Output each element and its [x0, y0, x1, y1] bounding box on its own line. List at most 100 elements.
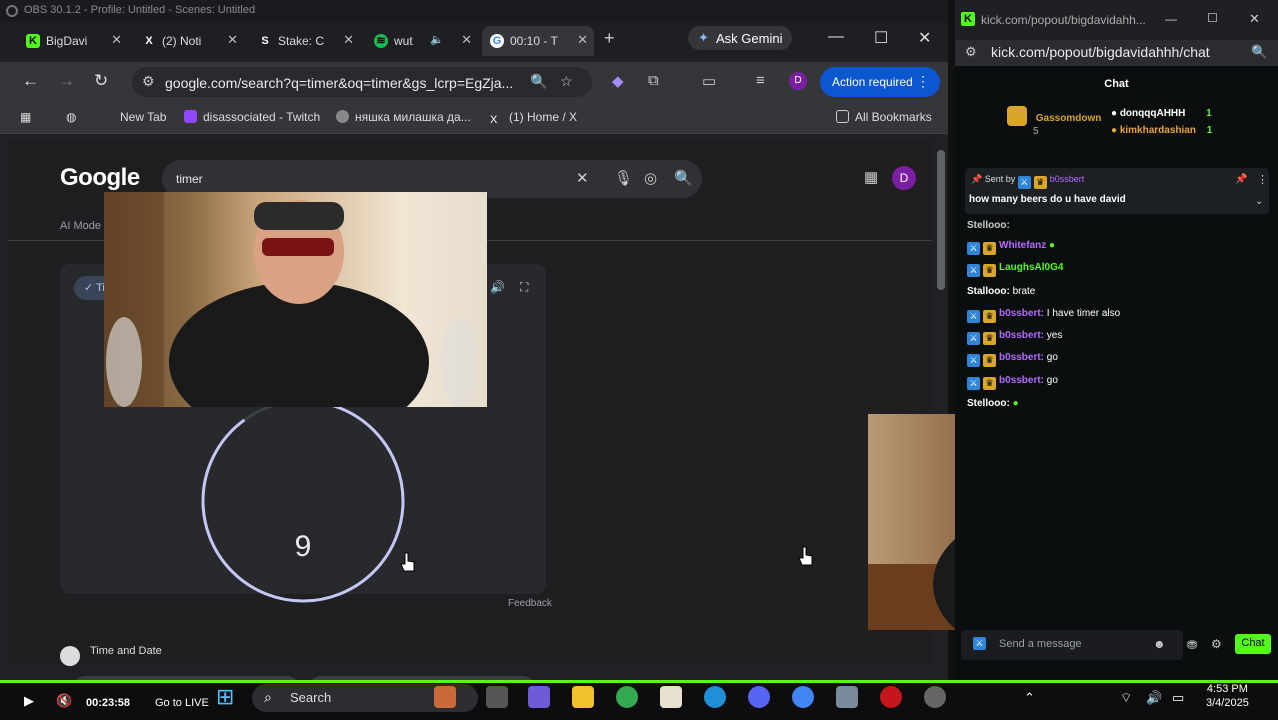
- ask-gemini-button[interactable]: ✦ Ask Gemini: [688, 26, 792, 50]
- go-live-button[interactable]: Go to LIVE: [155, 697, 209, 709]
- close-icon[interactable]: ✕: [343, 32, 354, 48]
- sound-icon[interactable]: 🔊: [490, 280, 505, 294]
- zoom-icon[interactable]: 🔍: [530, 73, 547, 90]
- new-tab-button[interactable]: +: [604, 28, 615, 49]
- profile-avatar[interactable]: D: [789, 72, 807, 90]
- all-bookmarks[interactable]: All Bookmarks: [836, 110, 932, 124]
- pinned-message[interactable]: 📌 Sent by ⚔ ♛ b0ssbert 📌 ⋮ how many beers …: [965, 168, 1269, 214]
- close-icon[interactable]: ✕: [577, 32, 588, 48]
- ai-mode-tab[interactable]: AI Mode: [60, 220, 101, 232]
- extension-icon[interactable]: ◆: [612, 72, 624, 90]
- leaderboard-entry[interactable]: ● donqqqAHHH 1: [1111, 108, 1212, 119]
- emoji-icon[interactable]: ☻: [1153, 637, 1166, 651]
- back-icon[interactable]: ←: [22, 71, 39, 91]
- discord-icon[interactable]: [748, 686, 770, 708]
- opera-icon[interactable]: [880, 686, 902, 708]
- close-icon[interactable]: ✕: [111, 32, 122, 48]
- gear-icon[interactable]: ⚙: [1211, 637, 1222, 651]
- more-vert-icon[interactable]: ⋮: [916, 73, 930, 90]
- bookmark-twitch[interactable]: disassociated - Twitch: [184, 110, 320, 124]
- globe-icon[interactable]: ◍: [66, 110, 76, 124]
- reload-icon[interactable]: ↻: [94, 71, 108, 91]
- forward-icon[interactable]: →: [58, 71, 75, 91]
- action-required-button[interactable]: Action required ⋮: [820, 67, 940, 97]
- tab-google-timer[interactable]: G 00:10 - T ✕: [482, 26, 594, 56]
- chat-message[interactable]: Stellooo:: [967, 220, 1010, 231]
- tab-spotify[interactable]: ≋ wut 🔈 ✕: [366, 26, 478, 56]
- search-query[interactable]: timer: [176, 172, 203, 186]
- zoom-icon[interactable]: 🔍: [1251, 44, 1267, 60]
- close-icon[interactable]: ✕: [1249, 11, 1260, 27]
- lens-icon[interactable]: ◎: [644, 169, 657, 187]
- chevron-down-icon[interactable]: ⌄: [1255, 196, 1263, 207]
- gift-icon[interactable]: ⛃: [1187, 638, 1197, 652]
- chat-input[interactable]: ⚔ Send a message ☻: [961, 630, 1183, 660]
- speaker-icon[interactable]: 🔈: [430, 33, 444, 46]
- task-view-icon[interactable]: [486, 686, 508, 708]
- url-text[interactable]: google.com/search?q=timer&oq=timer&gs_lc…: [165, 75, 513, 91]
- google-apps-icon[interactable]: ▦: [864, 168, 878, 186]
- leaderboard-entry[interactable]: Gassomdown 5: [1007, 106, 1101, 137]
- mic-icon[interactable]: 🎙: [614, 169, 633, 187]
- google-avatar[interactable]: D: [892, 166, 916, 190]
- pin-icon[interactable]: 📌: [1235, 174, 1247, 185]
- tab-x[interactable]: X (2) Noti ✕: [134, 26, 244, 56]
- chevron-up-icon[interactable]: ⌃: [1024, 690, 1035, 706]
- speaker-icon[interactable]: 🔊: [1146, 690, 1162, 706]
- puzzle-icon[interactable]: ⧉: [648, 72, 659, 89]
- address-bar[interactable]: ⚙ google.com/search?q=timer&oq=timer&gs_…: [132, 67, 592, 97]
- close-window-icon[interactable]: ✕: [918, 28, 931, 48]
- battery-icon[interactable]: ▭: [1172, 690, 1184, 706]
- taskbar-app-icon[interactable]: [434, 686, 456, 708]
- maximize-icon[interactable]: ☐: [1207, 11, 1218, 25]
- obs-icon[interactable]: [924, 686, 946, 708]
- store-icon[interactable]: [660, 686, 682, 708]
- settings-icon[interactable]: [836, 686, 858, 708]
- file-explorer-icon[interactable]: [572, 686, 594, 708]
- chrome-icon[interactable]: [792, 686, 814, 708]
- leaderboard-entry[interactable]: ● kimkhardashian 1: [1111, 125, 1212, 136]
- windows-start-icon[interactable]: ⊞: [216, 684, 234, 710]
- mute-icon[interactable]: 🔇: [56, 693, 72, 709]
- close-icon[interactable]: ✕: [461, 32, 472, 48]
- chat-message[interactable]: ⚔ ♛ b0ssbert: go: [967, 352, 1058, 367]
- chat-message[interactable]: ⚔ ♛ b0ssbert: go: [967, 375, 1058, 390]
- chat-message[interactable]: ⚔ ♛ LaughsAl0G4: [967, 262, 1063, 277]
- chat-message[interactable]: ⚔ ♛ Whitefanz ●: [967, 240, 1055, 255]
- chat-send-button[interactable]: Chat: [1235, 634, 1271, 654]
- clear-icon[interactable]: ✕: [576, 169, 589, 187]
- chat-message[interactable]: Stallooo: brate: [967, 286, 1035, 297]
- play-icon[interactable]: ▶: [24, 693, 34, 709]
- copilot-icon[interactable]: [528, 686, 550, 708]
- minimize-icon[interactable]: —: [828, 28, 844, 46]
- chat-message[interactable]: ⚔ ♛ b0ssbert: yes: [967, 330, 1062, 345]
- site-settings-icon[interactable]: ⚙: [142, 73, 155, 90]
- apps-grid-icon[interactable]: ▦: [20, 110, 31, 124]
- scrollbar-thumb[interactable]: [937, 150, 945, 290]
- google-logo[interactable]: Google: [60, 164, 140, 192]
- fullscreen-icon[interactable]: ⛶: [520, 280, 528, 295]
- kick-url[interactable]: kick.com/popout/bigdavidahhh/chat: [991, 44, 1210, 60]
- site-settings-icon[interactable]: ⚙: [965, 44, 977, 60]
- bookmark-nyashka[interactable]: няшка милашка да...: [336, 110, 471, 124]
- tab-kick[interactable]: K BigDavi ✕: [18, 26, 128, 56]
- tab-stake[interactable]: S Stake: C ✕: [250, 26, 360, 56]
- chat-message[interactable]: Stellooo: ●: [967, 398, 1019, 409]
- search-icon[interactable]: 🔍: [674, 169, 693, 187]
- maximize-icon[interactable]: ☐: [874, 28, 888, 48]
- more-vert-icon[interactable]: ⋮: [1257, 173, 1268, 186]
- result-title[interactable]: Time and Date: [90, 645, 162, 657]
- bookmark-new-tab[interactable]: New Tab: [120, 110, 166, 124]
- close-icon[interactable]: ✕: [227, 32, 238, 48]
- edge-icon[interactable]: [704, 686, 726, 708]
- bookmark-x-home[interactable]: X (1) Home / X: [490, 110, 577, 127]
- wifi-icon[interactable]: ⌔: [1120, 690, 1132, 706]
- search-result[interactable]: Time and Date: [60, 640, 460, 666]
- video-progress[interactable]: [0, 680, 1278, 683]
- taskbar-clock[interactable]: 4:53 PM 3/4/2025: [1206, 682, 1249, 710]
- bookmark-star-icon[interactable]: ☆: [560, 73, 573, 90]
- feedback-link[interactable]: Feedback: [508, 598, 552, 609]
- media-icon[interactable]: ≡: [756, 72, 765, 89]
- chrome-icon[interactable]: [616, 686, 638, 708]
- tab-search-icon[interactable]: ▭: [702, 72, 716, 90]
